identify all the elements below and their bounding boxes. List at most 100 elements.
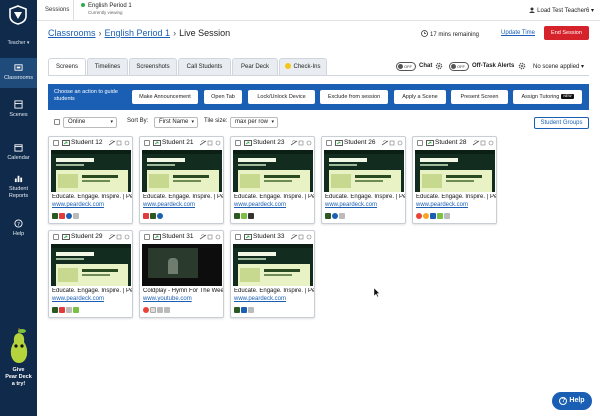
off-task-settings-gear-icon[interactable] — [518, 62, 526, 70]
youtube-tab-icon[interactable] — [59, 307, 65, 313]
screen-share-icon[interactable] — [62, 234, 70, 240]
sidebar-item-classrooms[interactable]: Classrooms — [0, 58, 37, 88]
student-select-checkbox[interactable] — [144, 140, 150, 146]
card-controls-icon[interactable] — [108, 234, 130, 240]
tab-url[interactable]: www.peardeck.com — [416, 202, 468, 208]
app-tab-icon[interactable] — [423, 213, 429, 219]
student-select-checkbox[interactable] — [326, 140, 332, 146]
tab-screenshots[interactable]: Screenshots — [129, 58, 177, 75]
end-session-button[interactable]: End Session — [544, 26, 589, 40]
app-logo-icon[interactable] — [8, 5, 28, 25]
tab-pear-deck[interactable]: Pear Deck — [232, 58, 278, 75]
student-card-31[interactable]: Student 31 Coldplay - Hymn For The Wee..… — [139, 230, 224, 318]
scene-dropdown[interactable]: No scene applied ▾ — [533, 63, 584, 70]
screen-thumbnail[interactable] — [233, 244, 313, 286]
card-controls-icon[interactable] — [472, 140, 494, 146]
tab-screens[interactable]: Screens — [48, 58, 86, 75]
screen-share-icon[interactable] — [335, 140, 343, 146]
screen-thumbnail[interactable] — [233, 150, 313, 192]
student-select-checkbox[interactable] — [235, 234, 241, 240]
pear-deck-tab-icon[interactable] — [234, 307, 240, 313]
student-card-21[interactable]: Student 21 Educate. Engage. Inspire. | P… — [139, 136, 224, 224]
google-tab-icon[interactable] — [143, 307, 149, 313]
screen-share-icon[interactable] — [244, 234, 252, 240]
tab-url[interactable]: www.peardeck.com — [325, 202, 377, 208]
sheets-tab-icon[interactable] — [437, 213, 443, 219]
student-groups-button[interactable]: Student Groups — [534, 117, 589, 129]
sessions-link[interactable]: Sessions — [45, 7, 69, 13]
app-tab-icon[interactable] — [248, 213, 254, 219]
sidebar-item-help[interactable]: ? Help — [0, 219, 37, 243]
breadcrumb-class[interactable]: English Period 1 — [105, 28, 171, 38]
tab-url[interactable]: www.peardeck.com — [52, 202, 104, 208]
sort-by-dropdown[interactable]: First Name ▾ — [154, 117, 198, 128]
status-filter-dropdown[interactable]: Online ▾ — [63, 117, 117, 128]
chat-toggle[interactable]: OFF — [396, 62, 416, 71]
present-screen-button[interactable]: Present Screen — [451, 90, 508, 104]
youtube-tab-icon[interactable] — [59, 213, 65, 219]
user-menu[interactable]: Load Test Teacher6 ▾ — [529, 7, 594, 14]
screen-thumbnail[interactable] — [51, 150, 131, 192]
card-controls-icon[interactable] — [108, 140, 130, 146]
tab-call-students[interactable]: Call Students — [178, 58, 231, 75]
pear-deck-tab-icon[interactable] — [52, 307, 58, 313]
facebook-tab-icon[interactable] — [332, 213, 338, 219]
current-period-tab[interactable]: English Period 1 Currently viewing — [81, 3, 132, 15]
sidebar-item-calendar[interactable]: Calendar — [0, 143, 37, 167]
open-tab-button[interactable]: Open Tab — [204, 90, 242, 104]
student-card-23[interactable]: Student 23 Educate. Engage. Inspire. | P… — [230, 136, 315, 224]
screen-thumbnail[interactable] — [51, 244, 131, 286]
tab-url[interactable]: www.peardeck.com — [143, 202, 195, 208]
youtube-tab-icon[interactable] — [143, 213, 149, 219]
student-card-29[interactable]: Student 29 Educate. Engage. Inspire. | P… — [48, 230, 133, 318]
sidebar-item-student-reports[interactable]: Student Reports — [0, 174, 37, 204]
docs-tab-icon[interactable] — [241, 307, 247, 313]
exclude-from-session-button[interactable]: Exclude from session — [320, 90, 388, 104]
sheets-tab-icon[interactable] — [73, 307, 79, 313]
pear-deck-promo[interactable]: Give Pear Deck a try! — [3, 328, 34, 388]
student-card-33[interactable]: Student 33 Educate. Engage. Inspire. | P… — [230, 230, 315, 318]
screen-share-icon[interactable] — [244, 140, 252, 146]
facebook-tab-icon[interactable] — [157, 213, 163, 219]
video-thumbnail[interactable] — [142, 244, 222, 286]
make-announcement-button[interactable]: Make Announcement — [132, 90, 198, 104]
tab-check-ins[interactable]: Check-Ins — [279, 58, 327, 75]
card-controls-icon[interactable] — [199, 140, 221, 146]
chat-settings-gear-icon[interactable] — [435, 62, 443, 70]
screen-thumbnail[interactable] — [142, 150, 222, 192]
facebook-tab-icon[interactable] — [66, 213, 72, 219]
student-card-12[interactable]: Student 12 Educate. Engage. Inspire. | P… — [48, 136, 133, 224]
apply-scene-button[interactable]: Apply a Scene — [394, 90, 446, 104]
tab-url[interactable]: www.peardeck.com — [52, 296, 104, 302]
card-controls-icon[interactable] — [290, 234, 312, 240]
screen-share-icon[interactable] — [153, 234, 161, 240]
screen-thumbnail[interactable] — [415, 150, 495, 192]
card-controls-icon[interactable] — [381, 140, 403, 146]
screen-share-icon[interactable] — [153, 140, 161, 146]
off-task-alerts-toggle[interactable]: OFF — [449, 62, 469, 71]
select-all-checkbox[interactable] — [54, 119, 60, 125]
student-select-checkbox[interactable] — [53, 234, 59, 240]
tab-url[interactable]: www.peardeck.com — [234, 296, 286, 302]
screen-share-icon[interactable] — [62, 140, 70, 146]
card-controls-icon[interactable] — [199, 234, 221, 240]
student-select-checkbox[interactable] — [235, 140, 241, 146]
student-card-28[interactable]: Student 28 Educate. Engage. Inspire. | P… — [412, 136, 497, 224]
tile-size-dropdown[interactable]: max per row ▾ — [230, 117, 278, 128]
docs-tab-icon[interactable] — [430, 213, 436, 219]
screen-thumbnail[interactable] — [324, 150, 404, 192]
tab-url[interactable]: www.youtube.com — [143, 296, 192, 302]
lock-unlock-device-button[interactable]: Lock/Unlock Device — [248, 90, 315, 104]
sheets-tab-icon[interactable] — [241, 213, 247, 219]
google-tab-icon[interactable] — [416, 213, 422, 219]
pear-deck-tab-icon[interactable] — [150, 213, 156, 219]
pear-deck-tab-icon[interactable] — [325, 213, 331, 219]
student-select-checkbox[interactable] — [144, 234, 150, 240]
student-select-checkbox[interactable] — [53, 140, 59, 146]
update-time-link[interactable]: Update Time — [501, 30, 535, 36]
pear-deck-tab-icon[interactable] — [52, 213, 58, 219]
assign-tutoring-button[interactable]: Assign Tutoring NEW — [513, 90, 582, 104]
blank-tab-icon[interactable] — [150, 307, 156, 313]
tab-timelines[interactable]: Timelines — [87, 58, 128, 75]
help-button[interactable]: ? Help — [552, 392, 592, 410]
